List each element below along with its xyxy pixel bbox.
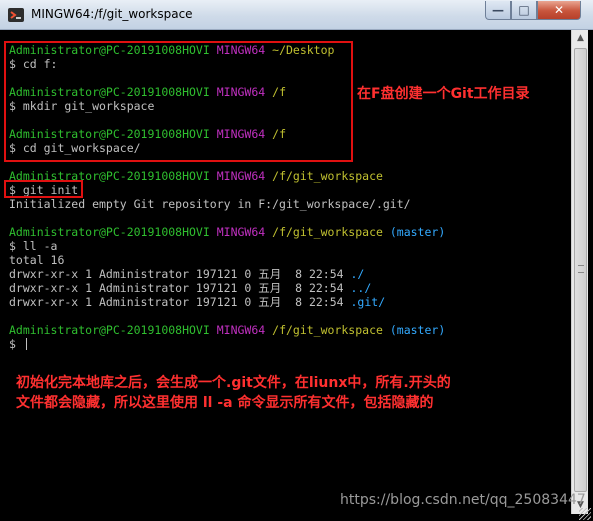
prompt-path: /f/git_workspace [272, 323, 383, 337]
output-line: total 16 [9, 253, 571, 267]
window-title: MINGW64:/f/git_workspace [31, 7, 193, 21]
maximize-button[interactable]: □ [511, 1, 537, 20]
watermark: https://blog.csdn.net/qq_25083447 [340, 492, 586, 508]
minimize-icon: — [492, 3, 504, 17]
git-bash-icon [8, 8, 24, 22]
highlight-box-setup-commands [4, 41, 353, 162]
scrollbar-thumb[interactable] [574, 48, 587, 492]
output-line: drwxr-xr-x 1 Administrator 197121 0 五月 8… [9, 295, 571, 309]
command-text: $ ll -a [9, 239, 58, 253]
prompt-branch: (master) [389, 225, 446, 239]
annotation-git-init-explanation: 初始化完本地库之后，会生成一个.git文件，在liunx中，所有.开头的 文件都… [16, 373, 451, 413]
output-dir-name: ../ [350, 281, 372, 295]
output-text: drwxr-xr-x 1 Administrator 197121 0 五月 8… [9, 281, 351, 295]
prompt-path: /f/git_workspace [272, 169, 383, 183]
output-dir-name: ./ [350, 267, 365, 281]
title-bar[interactable]: MINGW64:/f/git_workspace — □ ✕ [0, 0, 593, 30]
command-line: $ ll -a [9, 239, 571, 253]
output-line: drwxr-xr-x 1 Administrator 197121 0 五月 8… [9, 281, 571, 295]
annotation-create-directory: 在F盘创建一个Git工作目录 [357, 86, 530, 102]
prompt-line: Administrator@PC-20191008HOVI MINGW64 /f… [9, 323, 571, 337]
prompt-path: /f/git_workspace [272, 225, 383, 239]
prompt-shell: MINGW64 [216, 225, 266, 239]
output-text: drwxr-xr-x 1 Administrator 197121 0 五月 8… [9, 267, 351, 281]
command-text: $ [9, 337, 23, 351]
command-line: $ git init [9, 183, 571, 197]
close-icon: ✕ [553, 3, 565, 17]
grip-icon [578, 265, 584, 273]
highlight-box-git-init [4, 180, 83, 198]
prompt-user-host: Administrator@PC-20191008HOVI [9, 323, 210, 337]
prompt-branch: (master) [389, 323, 446, 337]
prompt-line: Administrator@PC-20191008HOVI MINGW64 /f… [9, 169, 571, 183]
output-text: Initialized empty Git repository in F:/g… [9, 197, 411, 211]
annotation-line-1: 初始化完本地库之后，会生成一个.git文件，在liunx中，所有.开头的 [16, 375, 451, 391]
output-line: Initialized empty Git repository in F:/g… [9, 197, 571, 211]
scroll-up-arrow-icon[interactable]: ▲ [572, 30, 589, 47]
minimize-button[interactable]: — [485, 1, 511, 20]
output-text: total 16 [9, 253, 65, 267]
command-line: $ [9, 337, 571, 351]
vertical-scrollbar[interactable]: ▲ ▼ [571, 30, 588, 514]
close-button[interactable]: ✕ [537, 1, 581, 20]
maximize-icon: □ [518, 3, 530, 17]
prompt-user-host: Administrator@PC-20191008HOVI [9, 225, 210, 239]
resize-grip-icon[interactable] [579, 508, 591, 520]
output-text: drwxr-xr-x 1 Administrator 197121 0 五月 8… [9, 295, 351, 309]
prompt-line: Administrator@PC-20191008HOVI MINGW64 /f… [9, 225, 571, 239]
prompt-shell: MINGW64 [216, 169, 266, 183]
annotation-line-2: 文件都会隐藏，所以这里使用 ll -a 命令显示所有文件，包括隐藏的 [16, 395, 434, 411]
text-cursor [25, 338, 27, 350]
terminal-window: MINGW64:/f/git_workspace — □ ✕ Administr… [0, 0, 593, 521]
prompt-shell: MINGW64 [216, 323, 266, 337]
output-line: drwxr-xr-x 1 Administrator 197121 0 五月 8… [9, 267, 571, 281]
output-dir-name: .git/ [350, 295, 386, 309]
